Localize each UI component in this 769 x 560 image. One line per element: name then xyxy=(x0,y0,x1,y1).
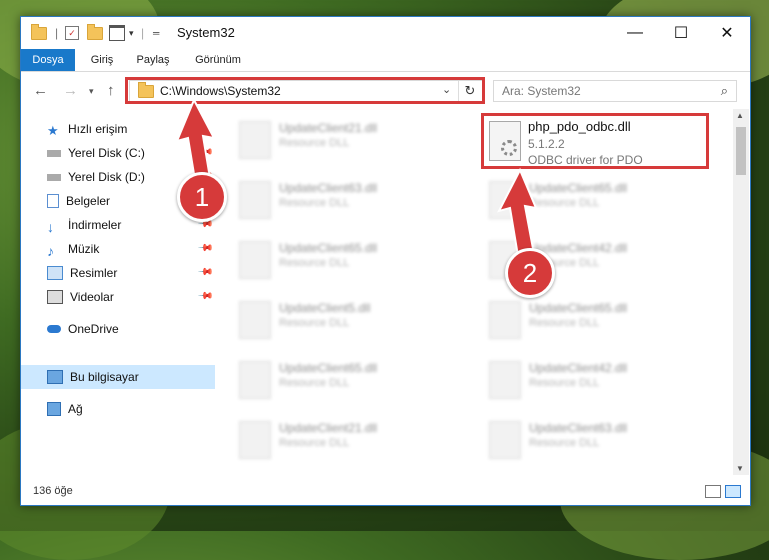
annotation-arrows xyxy=(175,97,538,258)
arrow-2 xyxy=(497,167,538,258)
step-badge-2: 2 xyxy=(505,248,555,298)
step-badge-1: 1 xyxy=(177,172,227,222)
arrow-1 xyxy=(175,97,216,182)
